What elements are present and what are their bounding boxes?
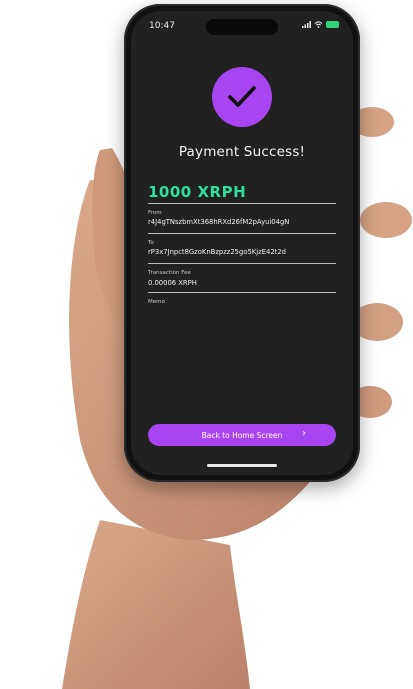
to-address: rP3x7Jnpct8GzoKnBzpzz25go5KjzE42t2d [148, 248, 286, 256]
phone-screen: 10:47 Payment Success! 1000 XRPH From r4… [131, 11, 353, 475]
phone-device: 10:47 Payment Success! 1000 XRPH From r4… [124, 4, 360, 482]
divider [148, 292, 336, 293]
fee-value: 0.00006 XRPH [148, 279, 197, 287]
check-icon [228, 86, 256, 107]
amount-value: 1000 XRPH [148, 183, 247, 201]
back-to-home-label: Back to Home Screen [201, 430, 283, 440]
from-address: r4J4gTNszbmXt368hRXd26fM2pAyui04gN [148, 218, 290, 226]
memo-label: Memo [148, 299, 165, 305]
home-indicator[interactable] [207, 464, 277, 467]
divider [148, 203, 336, 204]
battery-icon [326, 21, 339, 28]
signal-icon [302, 21, 311, 28]
to-label: To [148, 240, 154, 246]
wifi-icon [314, 21, 323, 28]
back-to-home-button[interactable]: Back to Home Screen › [148, 424, 336, 446]
divider [148, 233, 336, 234]
chevron-right-icon: › [302, 428, 306, 439]
status-time: 10:47 [149, 21, 175, 31]
payment-success-title: Payment Success! [178, 144, 306, 160]
success-badge [212, 67, 272, 127]
status-bar: 10:47 [149, 21, 339, 35]
divider [148, 263, 336, 264]
from-label: From [148, 210, 162, 216]
fee-label: Transaction Fee [148, 270, 191, 276]
